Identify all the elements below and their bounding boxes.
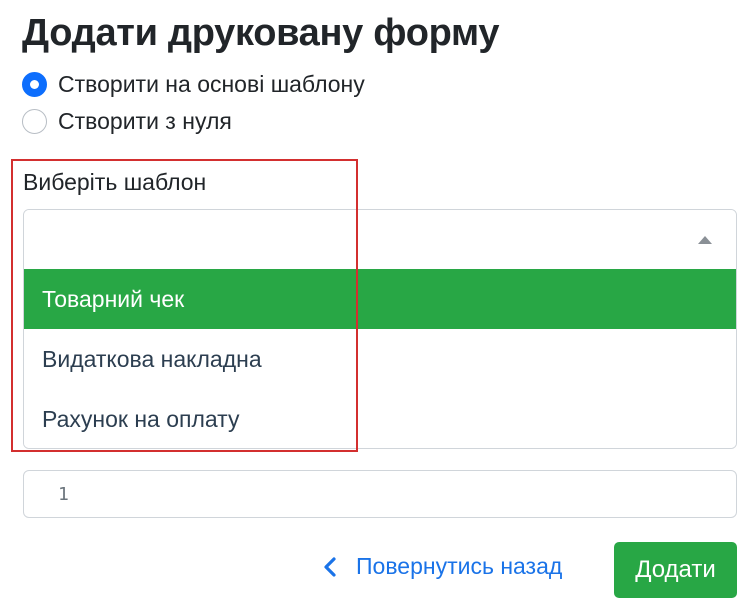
back-link[interactable]: Повернутись назад [322, 553, 562, 580]
back-link-label: Повернутись назад [356, 553, 563, 579]
add-print-form-page: Додати друковану форму Створити на основ… [0, 0, 756, 610]
radio-from-scratch[interactable]: Створити з нуля [22, 108, 232, 135]
dropdown-option[interactable]: Товарний чек [24, 269, 736, 329]
number-input[interactable]: 1 [23, 470, 737, 518]
dropdown-option[interactable]: Видаткова накладна [24, 329, 736, 389]
template-select-label: Виберіть шаблон [23, 169, 207, 195]
template-select[interactable] [24, 210, 736, 269]
template-dropdown[interactable]: Товарний чек Видаткова накладна Рахунок … [23, 209, 737, 449]
radio-label-from-template: Створити на основі шаблону [58, 71, 365, 97]
radio-label-from-scratch: Створити з нуля [58, 108, 232, 134]
radio-from-template[interactable]: Створити на основі шаблону [22, 71, 365, 98]
dropdown-option[interactable]: Рахунок на оплату [24, 389, 736, 448]
add-button[interactable]: Додати [614, 542, 737, 598]
radio-button-checked[interactable] [22, 72, 47, 97]
caret-up-icon[interactable] [698, 236, 712, 244]
chevron-left-icon [324, 556, 336, 577]
radio-button-unchecked[interactable] [22, 109, 47, 134]
page-title: Додати друковану форму [22, 12, 500, 54]
